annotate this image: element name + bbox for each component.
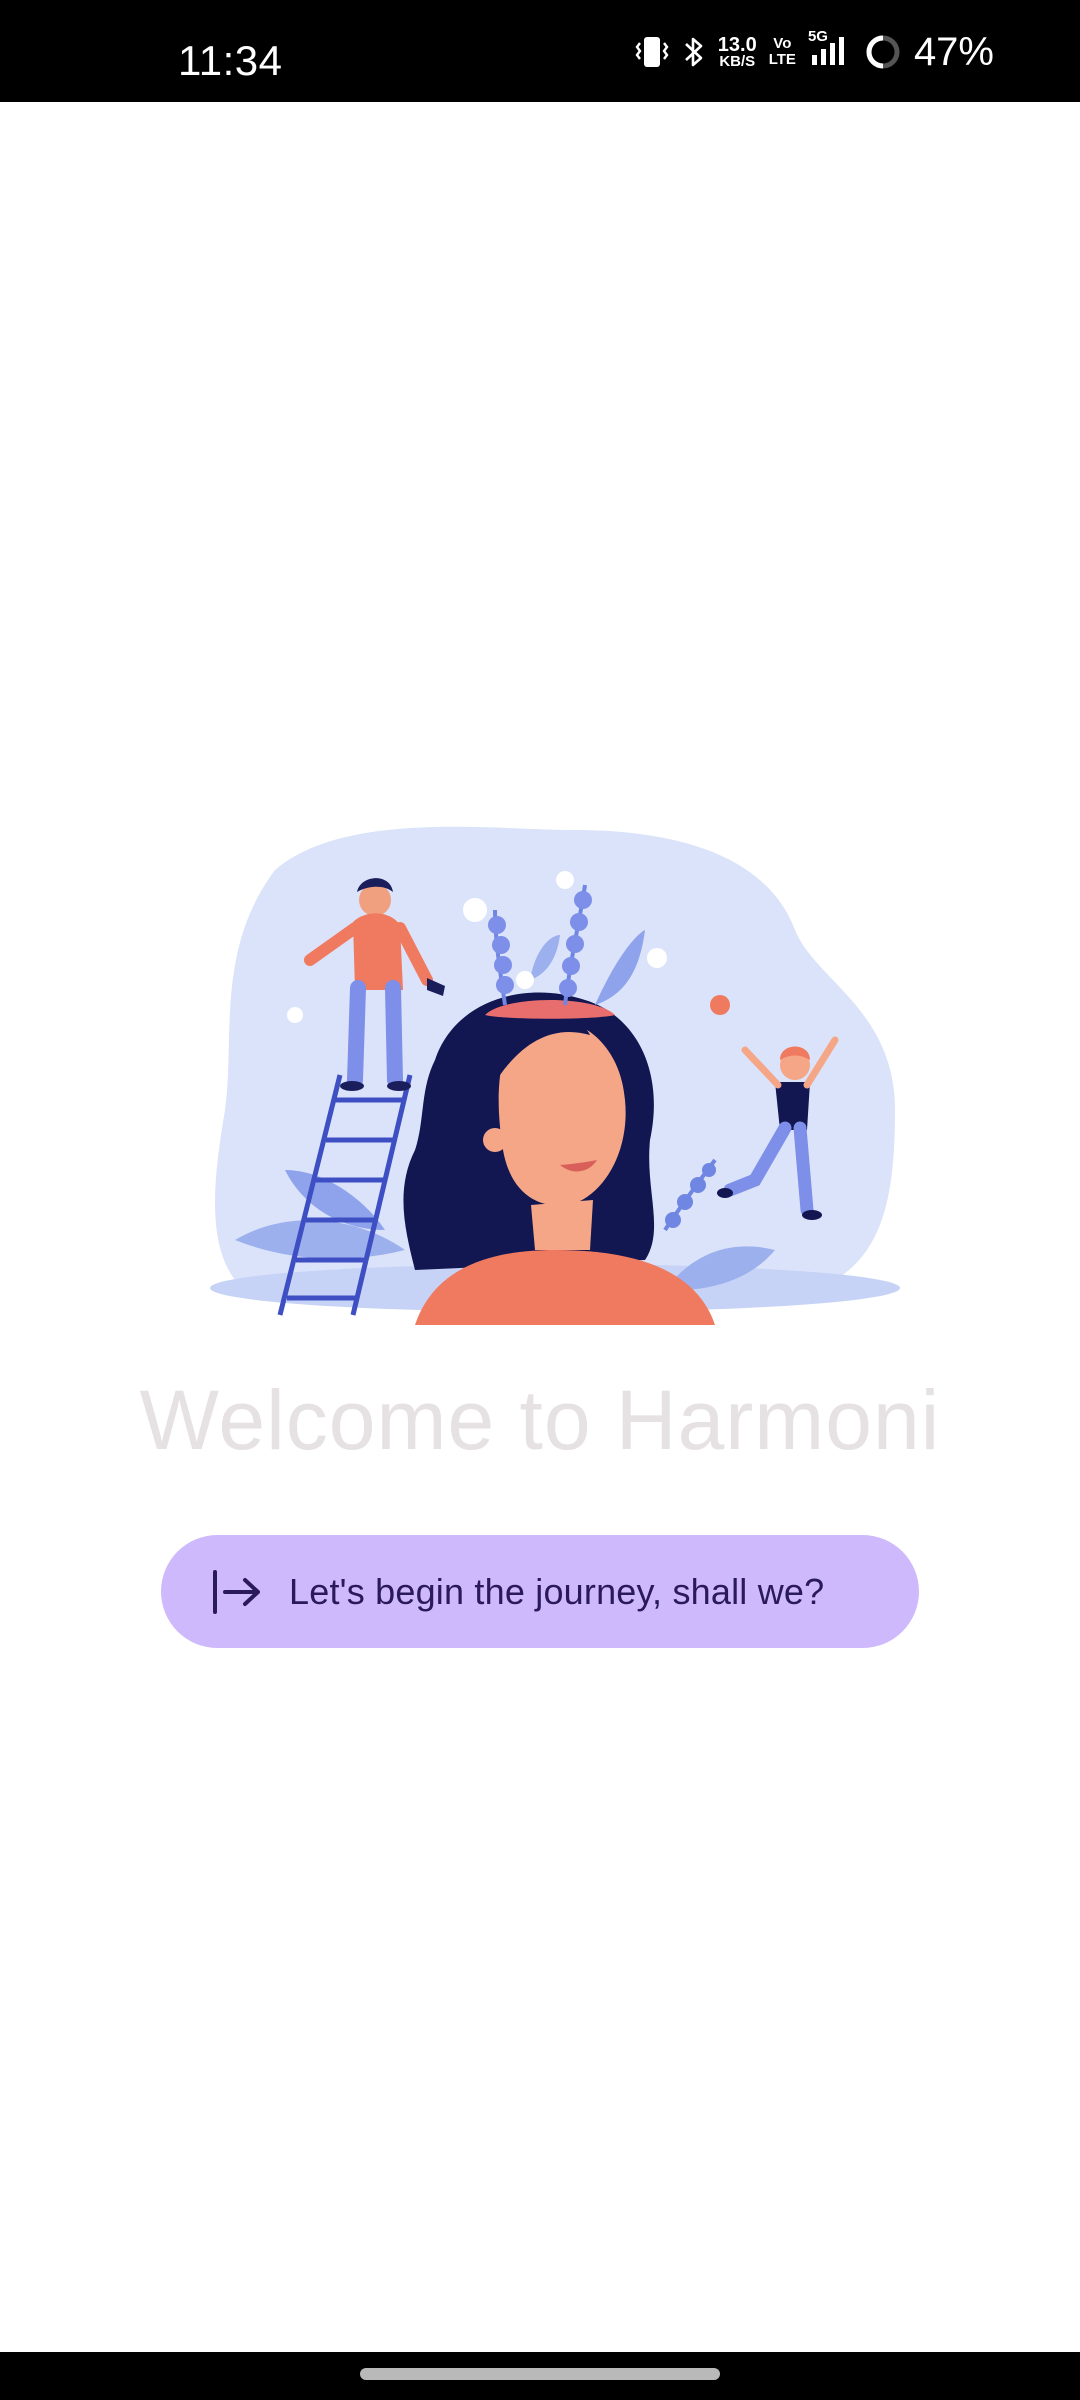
bluetooth-icon: [682, 34, 706, 70]
volte-bottom: LTE: [768, 51, 796, 68]
begin-journey-button[interactable]: Let's begin the journey, shall we?: [161, 1535, 919, 1648]
net-speed-unit: KB/S: [719, 52, 756, 70]
signal-label: 5G: [807, 28, 828, 45]
net-speed-value: 13.0: [717, 33, 757, 56]
login-arrow-icon: [211, 1566, 263, 1618]
volte-indicator: Vo LTE: [769, 36, 796, 68]
vibrate-icon: [634, 33, 670, 71]
net-speed-indicator: 13.0 KB/S: [717, 33, 757, 70]
navigation-bar: [0, 2352, 1080, 2400]
status-icons: 13.0 KB/S Vo LTE 5G 47%: [634, 29, 994, 74]
welcome-screen: 11:34 13.0 KB/S Vo LTE 5G 47% Welcome to…: [0, 0, 1080, 2400]
begin-journey-label: Let's begin the journey, shall we?: [289, 1570, 825, 1612]
battery-percent: 47%: [913, 30, 994, 74]
signal-icon: 5G: [808, 29, 852, 71]
mind-garden-illustration: [195, 810, 915, 1350]
home-indicator[interactable]: [360, 2368, 720, 2380]
status-bar: 11:34 13.0 KB/S Vo LTE 5G 47%: [0, 0, 1080, 102]
status-time: 11:34: [178, 37, 283, 84]
battery-ring-icon: [864, 33, 902, 71]
volte-top: Vo: [773, 35, 792, 52]
welcome-title: Welcome to Harmoni: [139, 1373, 941, 1467]
